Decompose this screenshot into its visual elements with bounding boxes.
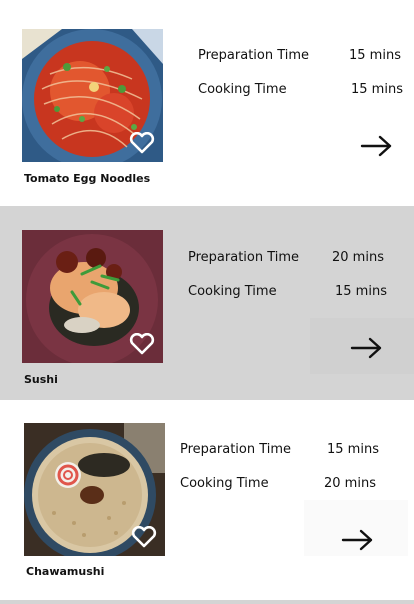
prep-time-value: 15 mins	[349, 48, 401, 63]
heart-outline-icon[interactable]	[129, 132, 155, 154]
cook-time-value: 15 mins	[351, 82, 403, 97]
prep-time-label: Preparation Time	[180, 442, 292, 457]
arrow-right-icon[interactable]	[360, 134, 394, 158]
recipe-name: Chawamushi	[26, 565, 105, 578]
recipe-name: Sushi	[24, 373, 58, 386]
recipe-name: Tomato Egg Noodles	[24, 172, 151, 185]
list-bottom-divider	[0, 600, 414, 604]
prep-time-label: Preparation Time	[188, 250, 300, 265]
cook-time-label: Cooking Time	[198, 82, 287, 97]
prep-time-value: 20 mins	[332, 250, 384, 265]
cook-time-value: 20 mins	[324, 476, 376, 491]
cook-time-value: 15 mins	[335, 284, 387, 299]
prep-time-label: Preparation Time	[198, 48, 310, 63]
cook-time-label: Cooking Time	[188, 284, 277, 299]
arrow-right-icon[interactable]	[341, 528, 375, 552]
arrow-right-icon[interactable]	[350, 336, 384, 360]
prep-time-value: 15 mins	[327, 442, 379, 457]
recipe-photo	[24, 423, 165, 556]
heart-outline-icon[interactable]	[129, 333, 155, 355]
recipe-photo	[22, 29, 163, 162]
recipe-card[interactable]: Chawamushi Preparation Time 15 mins Cook…	[0, 400, 414, 600]
recipe-card[interactable]: Tomato Egg Noodles Preparation Time 15 m…	[0, 0, 414, 206]
recipe-photo	[22, 230, 163, 363]
recipe-card[interactable]: Sushi Preparation Time 20 mins Cooking T…	[0, 206, 414, 400]
cook-time-label: Cooking Time	[180, 476, 269, 491]
heart-outline-icon[interactable]	[131, 526, 157, 548]
